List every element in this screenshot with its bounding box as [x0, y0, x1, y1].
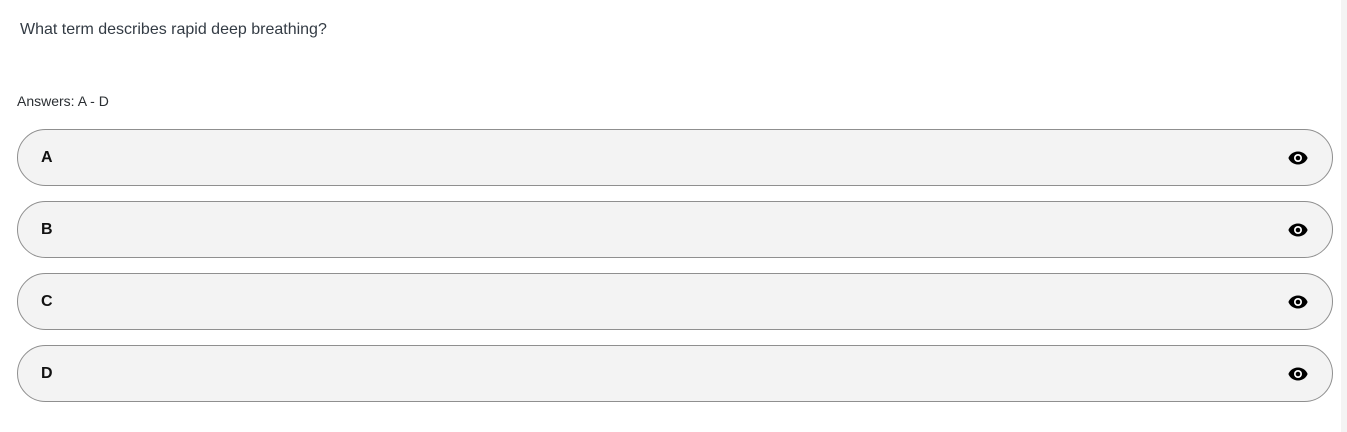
- answer-option-d[interactable]: D: [17, 345, 1333, 402]
- answer-list: A B C D: [17, 129, 1333, 402]
- answer-letter: B: [41, 220, 53, 238]
- answer-option-a[interactable]: A: [17, 129, 1333, 186]
- eye-icon[interactable]: [1286, 146, 1310, 170]
- eye-icon[interactable]: [1286, 218, 1310, 242]
- answer-letter: A: [41, 148, 53, 166]
- scrollbar-track[interactable]: [1341, 0, 1347, 432]
- answer-letter: D: [41, 364, 53, 382]
- eye-icon[interactable]: [1286, 290, 1310, 314]
- answers-range-label: Answers: A - D: [17, 93, 109, 109]
- answer-option-b[interactable]: B: [17, 201, 1333, 258]
- eye-icon[interactable]: [1286, 362, 1310, 386]
- question-text: What term describes rapid deep breathing…: [20, 21, 327, 38]
- quiz-page: What term describes rapid deep breathing…: [0, 0, 1347, 432]
- answer-option-c[interactable]: C: [17, 273, 1333, 330]
- answer-letter: C: [41, 292, 53, 310]
